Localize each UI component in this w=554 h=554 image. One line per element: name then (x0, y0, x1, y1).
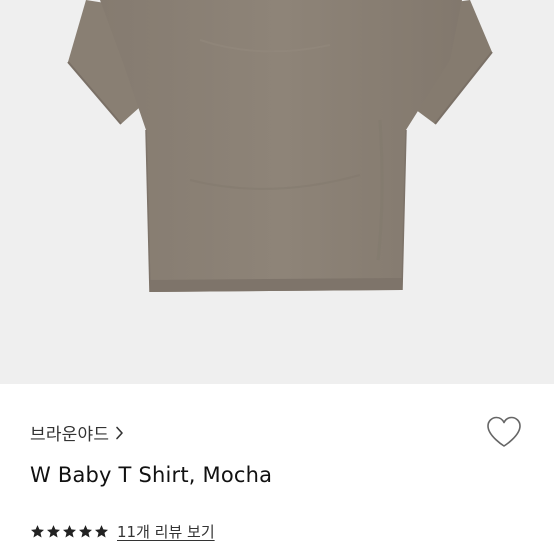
star-rating (30, 524, 109, 539)
star-icon (30, 524, 45, 539)
heart-outline-icon (485, 415, 523, 453)
review-link[interactable]: 11개 리뷰 보기 (117, 521, 215, 542)
rating-row: 11개 리뷰 보기 (30, 521, 215, 542)
brand-link[interactable]: 브라운야드 (30, 420, 124, 445)
shirt-hem (150, 278, 402, 292)
brand-name: 브라운야드 (30, 425, 110, 445)
star-icon (46, 524, 61, 539)
product-title: W Baby T Shirt, Mocha (30, 463, 273, 487)
chevron-right-icon (115, 426, 124, 440)
product-detail-page: 브라운야드 W Baby T Shirt, Mocha 11개 리뷰 보기 (0, 0, 554, 554)
tshirt-illustration (67, 0, 493, 293)
shirt-body (100, 0, 462, 292)
star-icon (94, 524, 109, 539)
star-icon (62, 524, 77, 539)
star-icon (78, 524, 93, 539)
wishlist-button[interactable] (484, 414, 524, 454)
product-image (0, 0, 554, 384)
